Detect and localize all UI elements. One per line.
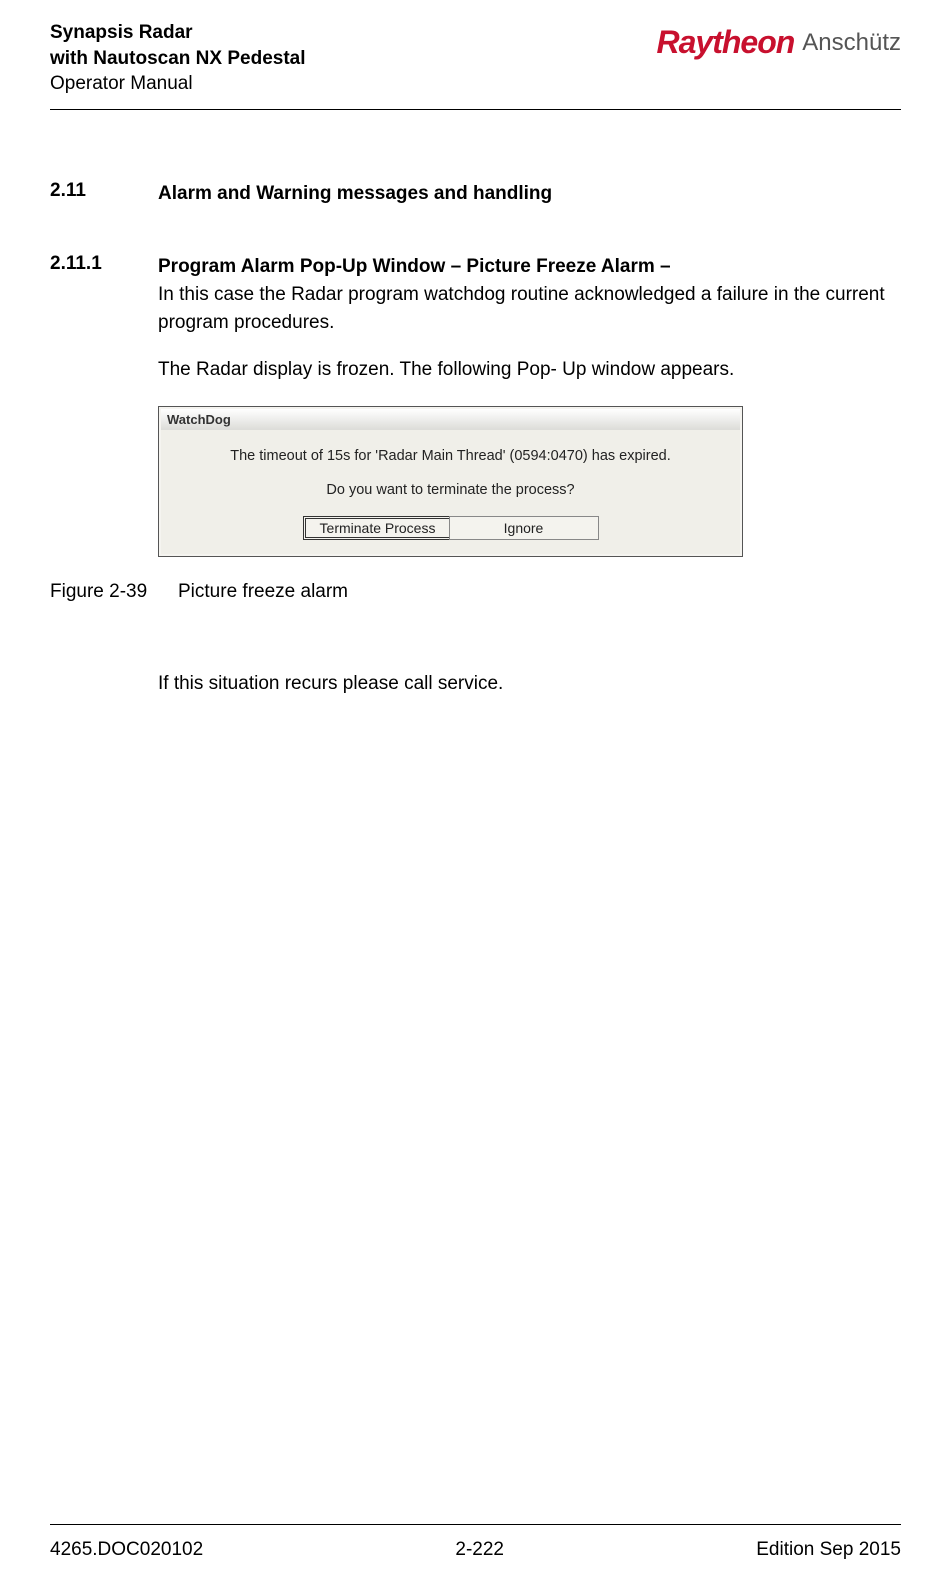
paragraph-after-figure: If this situation recurs please call ser… [158, 673, 901, 695]
anschutz-logo: Anschütz [802, 29, 901, 57]
document-title: Synapsis Radar with Nautoscan NX Pedesta… [50, 20, 306, 97]
figure-caption-text: Picture freeze alarm [178, 581, 348, 603]
dialog-button-row: Terminate ProcessIgnore [165, 516, 736, 540]
subsection-number: 2.11.1 [50, 253, 158, 383]
subsection-title: Program Alarm Pop-Up Window – Picture Fr… [158, 253, 901, 281]
paragraph-2: The Radar display is frozen. The followi… [158, 356, 901, 384]
watchdog-dialog: WatchDog The timeout of 15s for 'Radar M… [158, 406, 743, 557]
dialog-body: The timeout of 15s for 'Radar Main Threa… [161, 430, 740, 554]
figure-caption: Figure 2-39 Picture freeze alarm [50, 581, 901, 603]
section-title-text: Alarm and Warning messages and handling [158, 183, 552, 204]
section-number: 2.11 [50, 180, 158, 208]
terminate-process-button[interactable]: Terminate Process [303, 516, 453, 540]
dialog-titlebar: WatchDog [161, 409, 740, 430]
page-header: Synapsis Radar with Nautoscan NX Pedesta… [50, 20, 901, 110]
figure-number: Figure 2-39 [50, 581, 178, 603]
subsection-body: Program Alarm Pop-Up Window – Picture Fr… [158, 253, 901, 383]
ignore-button[interactable]: Ignore [449, 516, 599, 540]
dialog-message-2: Do you want to terminate the process? [165, 482, 736, 498]
dialog-message-1: The timeout of 15s for 'Radar Main Threa… [165, 448, 736, 464]
title-line-2: with Nautoscan NX Pedestal [50, 46, 306, 72]
brand-logo: Raytheon Anschütz [656, 20, 901, 61]
page-content: 2.11 Alarm and Warning messages and hand… [50, 110, 901, 1524]
section-2-11-1: 2.11.1 Program Alarm Pop-Up Window – Pic… [50, 253, 901, 383]
paragraph-1: In this case the Radar program watchdog … [158, 281, 901, 336]
title-line-3: Operator Manual [50, 71, 306, 97]
footer-page-number: 2-222 [455, 1539, 504, 1561]
title-line-1: Synapsis Radar [50, 20, 306, 46]
section-title: Alarm and Warning messages and handling [158, 180, 901, 208]
footer-doc-id: 4265.DOC020102 [50, 1539, 203, 1561]
footer-edition: Edition Sep 2015 [756, 1539, 901, 1561]
section-2-11: 2.11 Alarm and Warning messages and hand… [50, 180, 901, 208]
page-footer: 4265.DOC020102 2-222 Edition Sep 2015 [50, 1524, 901, 1591]
raytheon-logo: Raytheon [656, 24, 794, 61]
